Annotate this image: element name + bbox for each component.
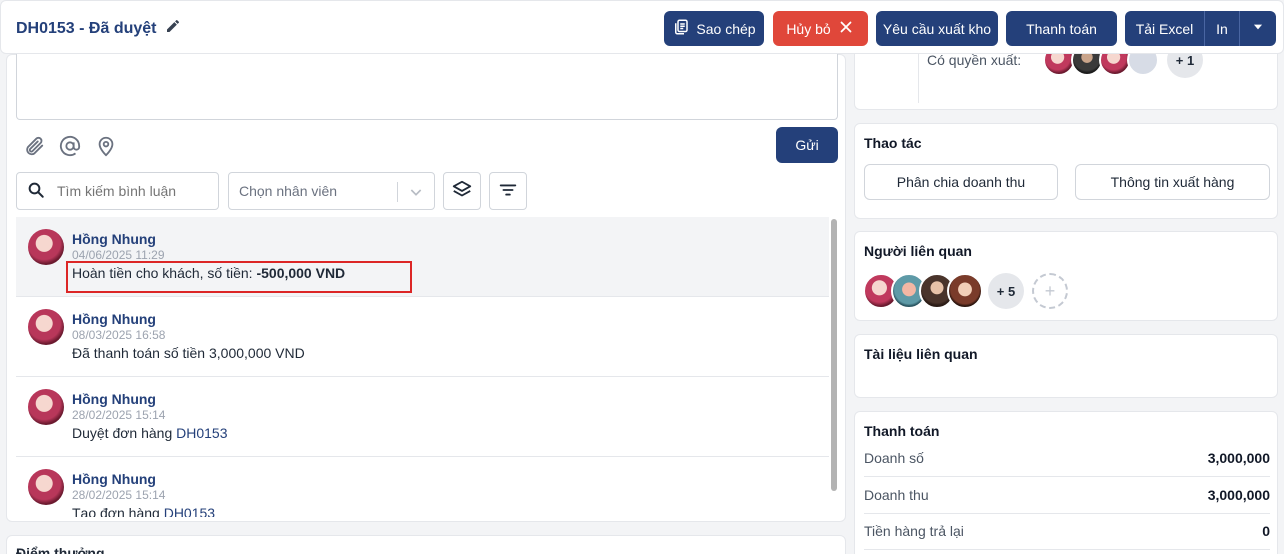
cancel-label: Hủy bỏ xyxy=(786,20,831,37)
print-button[interactable]: In xyxy=(1205,11,1240,46)
employee-select[interactable]: Chọn nhân viên xyxy=(228,172,435,210)
section-title: Người liên quan xyxy=(864,243,972,259)
reward-points-panel: Điểm thưởng xyxy=(6,535,846,554)
more-users-badge[interactable]: + 5 xyxy=(988,273,1024,309)
comment-time: 28/02/2025 15:14 xyxy=(72,488,166,502)
revenue-split-button[interactable]: Phân chia doanh thu xyxy=(864,164,1058,200)
page-title: DH0153 - Đã duyệt xyxy=(16,18,181,39)
comment-search[interactable] xyxy=(16,172,219,210)
comment-time: 28/02/2025 15:14 xyxy=(72,408,166,422)
comment-text-prefix: Duyệt đơn hàng xyxy=(72,425,177,441)
avatar xyxy=(28,469,64,505)
divider xyxy=(864,476,1270,477)
divider xyxy=(864,549,1270,550)
copy-button[interactable]: Sao chép xyxy=(664,11,764,46)
comment-text: Duyệt đơn hàng DH0153 xyxy=(72,425,228,441)
filter-icon xyxy=(497,179,519,204)
chevron-down-icon[interactable] xyxy=(408,184,424,203)
section-title: Thanh toán xyxy=(864,423,940,439)
comment-textarea[interactable] xyxy=(16,53,838,120)
payment-label: Doanh số xyxy=(864,450,924,466)
add-person-button[interactable]: + xyxy=(1032,273,1068,309)
scrollbar[interactable] xyxy=(830,217,838,517)
actions-panel: Thao tác Phân chia doanh thu Thông tin x… xyxy=(854,123,1278,219)
payment-label: Doanh thu xyxy=(864,487,929,503)
payment-label: Tiền hàng trả lại xyxy=(864,523,964,539)
related-docs-panel: Tài liệu liên quan xyxy=(854,334,1278,398)
avatar[interactable] xyxy=(947,273,983,309)
comment-item: Hồng Nhung 28/02/2025 15:14 Duyệt đơn hà… xyxy=(16,377,829,457)
section-title: Điểm thưởng xyxy=(16,545,105,554)
location-icon[interactable] xyxy=(95,135,117,157)
filter-button[interactable] xyxy=(489,172,527,210)
comment-author[interactable]: Hồng Nhung xyxy=(72,391,156,407)
search-icon xyxy=(27,181,45,202)
export-print-group: Tải Excel In xyxy=(1125,11,1276,46)
comments-panel: Gửi Chọn nhân viên Hồng Nhung 04/06/2025… xyxy=(6,53,846,522)
order-title: DH0153 - Đã duyệt xyxy=(16,19,157,37)
edit-icon[interactable] xyxy=(165,18,181,39)
download-excel-button[interactable]: Tải Excel xyxy=(1125,11,1205,46)
payment-panel: Thanh toán Doanh số 3,000,000 Doanh thu … xyxy=(854,411,1278,554)
send-button[interactable]: Gửi xyxy=(776,127,838,163)
comment-tools xyxy=(23,135,117,157)
mention-icon[interactable] xyxy=(59,135,81,157)
layers-button[interactable] xyxy=(443,172,481,210)
comment-text: Tạo đơn hàng DH0153 xyxy=(72,505,215,517)
section-title: Thao tác xyxy=(864,135,922,151)
payment-value: 3,000,000 xyxy=(1207,450,1270,466)
attachment-icon[interactable] xyxy=(23,135,45,157)
highlight-box xyxy=(66,261,412,293)
order-link[interactable]: DH0153 xyxy=(176,425,227,441)
caret-down-icon xyxy=(1251,20,1265,37)
copy-icon xyxy=(672,18,690,39)
layers-icon xyxy=(451,179,473,204)
employee-select-placeholder: Chọn nhân viên xyxy=(239,183,338,199)
page-header: DH0153 - Đã duyệt Sao chép Hủy bỏ Yêu cầ… xyxy=(0,0,1284,54)
close-icon xyxy=(837,18,855,39)
payment-row: Doanh thu 3,000,000 xyxy=(864,487,1270,503)
copy-label: Sao chép xyxy=(696,20,756,37)
scrollbar-thumb[interactable] xyxy=(831,219,837,491)
payment-value: 3,000,000 xyxy=(1207,487,1270,503)
comment-author[interactable]: Hồng Nhung xyxy=(72,231,156,247)
payment-row: Tiền hàng trả lại 0 xyxy=(864,523,1270,539)
comment-text-prefix: Tạo đơn hàng xyxy=(72,505,164,517)
payment-row: Doanh số 3,000,000 xyxy=(864,450,1270,466)
avatar xyxy=(28,309,64,345)
more-options-button[interactable] xyxy=(1240,11,1276,46)
payment-value: 0 xyxy=(1262,523,1270,539)
select-separator xyxy=(397,182,398,202)
cancel-order-button[interactable]: Hủy bỏ xyxy=(773,11,868,46)
comment-author[interactable]: Hồng Nhung xyxy=(72,311,156,327)
comment-author[interactable]: Hồng Nhung xyxy=(72,471,156,487)
search-input[interactable] xyxy=(57,183,207,199)
comment-text: Đã thanh toán số tiền 3,000,000 VND xyxy=(72,345,305,361)
section-title: Tài liệu liên quan xyxy=(864,346,978,362)
comment-time: 04/06/2025 11:29 xyxy=(72,248,165,262)
related-people-panel: Người liên quan + 5 + xyxy=(854,231,1278,321)
export-info-button[interactable]: Thông tin xuất hàng xyxy=(1075,164,1270,200)
avatar xyxy=(28,389,64,425)
comment-item: Hồng Nhung 04/06/2025 11:29 Hoàn tiền ch… xyxy=(16,217,829,297)
payment-button[interactable]: Thanh toán xyxy=(1006,11,1117,46)
comment-time: 08/03/2025 16:58 xyxy=(72,328,166,342)
export-rights-label: Có quyền xuất: xyxy=(927,52,1022,68)
divider xyxy=(864,513,1270,514)
comment-item: Hồng Nhung 28/02/2025 15:14 Tạo đơn hàng… xyxy=(16,457,829,517)
avatar xyxy=(28,229,64,265)
request-export-button[interactable]: Yêu cầu xuất kho xyxy=(876,11,998,46)
comment-list: Hồng Nhung 04/06/2025 11:29 Hoàn tiền ch… xyxy=(16,217,829,517)
order-link[interactable]: DH0153 xyxy=(164,505,215,517)
comment-item: Hồng Nhung 08/03/2025 16:58 Đã thanh toá… xyxy=(16,297,829,377)
